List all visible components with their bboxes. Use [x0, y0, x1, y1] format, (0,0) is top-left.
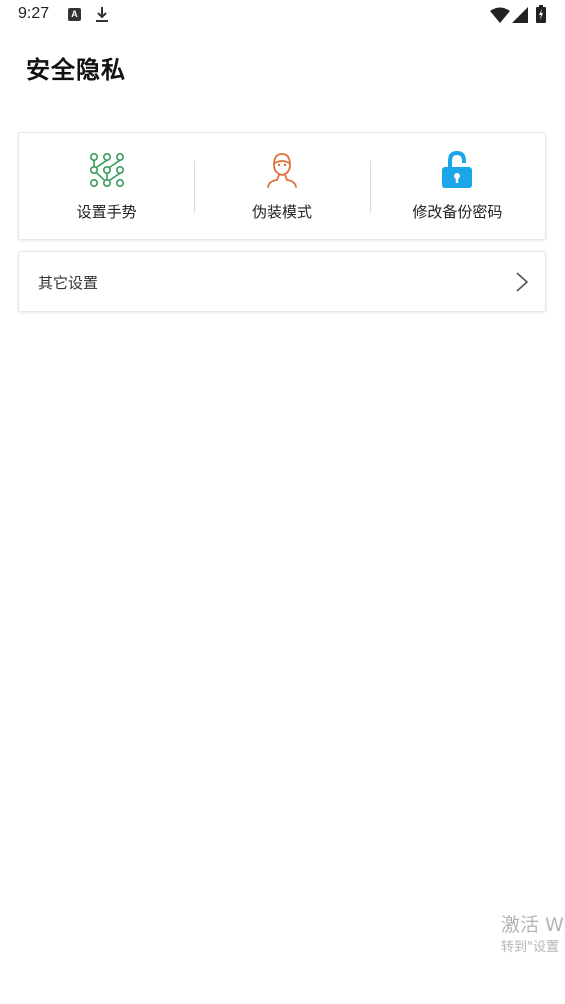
status-time: 9:27 [18, 5, 50, 22]
unlock-icon [442, 151, 473, 188]
page-title: 安全隐私 [26, 56, 126, 84]
signal-icon [512, 7, 528, 23]
other-settings-label: 其它设置 [38, 274, 99, 292]
windows-activation-watermark-sub: 转到"设置 [501, 940, 559, 955]
a-notification-icon: A [68, 8, 81, 21]
disguise-mode-button[interactable]: 伪装模式 [194, 133, 369, 239]
gesture-pattern-icon [89, 152, 124, 187]
disguise-person-icon [267, 153, 297, 188]
windows-activation-watermark: 激活 W [501, 914, 564, 936]
set-gesture-button[interactable]: 设置手势 [19, 133, 194, 239]
battery-charging-icon [536, 5, 546, 23]
shortcut-divider [194, 161, 195, 213]
shortcut-card: 设置手势 伪装模式 修改备份密码 [18, 132, 546, 240]
wifi-icon [490, 7, 510, 23]
other-settings-row[interactable]: 其它设置 [18, 251, 546, 312]
shortcut-divider [370, 161, 371, 213]
chevron-right-icon [516, 272, 529, 292]
download-icon [96, 7, 108, 22]
change-backup-password-button[interactable]: 修改备份密码 [370, 133, 545, 239]
status-bar: 9:27 A [0, 0, 565, 32]
disguise-mode-label: 伪装模式 [251, 203, 312, 221]
change-backup-password-label: 修改备份密码 [412, 203, 503, 221]
set-gesture-label: 设置手势 [76, 203, 137, 221]
